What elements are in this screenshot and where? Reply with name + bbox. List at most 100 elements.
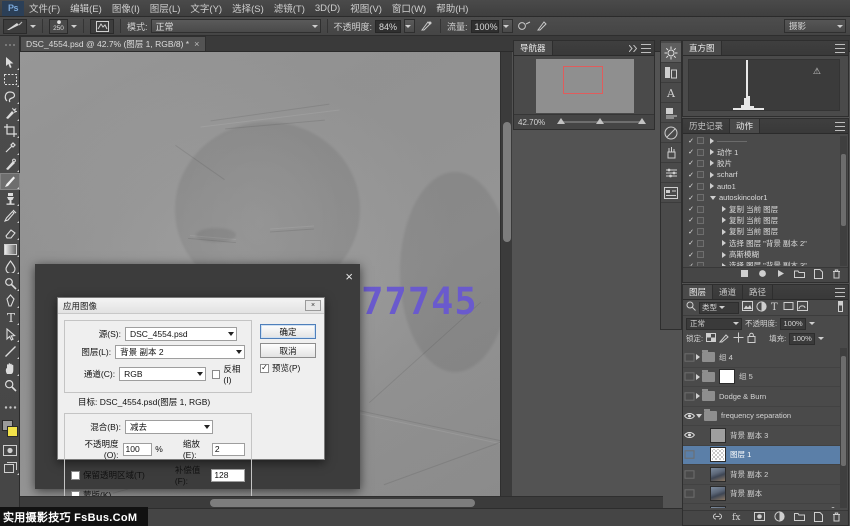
action-dialog-toggle[interactable]: [697, 171, 704, 178]
histogram-menu-icon[interactable]: [835, 44, 845, 53]
shape-tool[interactable]: [0, 343, 20, 360]
layer-blend-mode-select[interactable]: 正常: [686, 318, 742, 330]
brush-preview-icon[interactable]: [3, 19, 27, 34]
action-dialog-toggle[interactable]: [697, 217, 704, 224]
history-brush-tool[interactable]: [0, 207, 20, 224]
action-row[interactable]: ✓————: [685, 135, 839, 146]
delete-icon[interactable]: [832, 269, 841, 282]
paragraph-panel-icon[interactable]: [661, 103, 681, 123]
action-row[interactable]: ✓选择 图层 "背景 副本 3": [685, 260, 839, 266]
filter-pixel-icon[interactable]: [742, 301, 753, 314]
layer-group-expand-icon[interactable]: [696, 354, 700, 360]
offset-input[interactable]: 128: [211, 469, 245, 482]
path-selection-tool[interactable]: [0, 326, 20, 343]
tablet-pressure-icon[interactable]: [535, 19, 551, 34]
toolbar-grip[interactable]: [0, 37, 20, 54]
preview-row[interactable]: 预览(P): [260, 362, 318, 374]
clone-stamp-tool[interactable]: [0, 190, 20, 207]
source-select[interactable]: DSC_4554.psd: [125, 327, 237, 341]
menu-file[interactable]: 文件(F): [24, 0, 65, 17]
zoom-tool[interactable]: [0, 377, 20, 394]
menu-view[interactable]: 视图(V): [345, 0, 387, 17]
type-tool[interactable]: T: [0, 309, 20, 326]
info-panel-icon[interactable]: [661, 183, 681, 203]
layer-thumbnail[interactable]: [710, 428, 726, 443]
action-enabled-checkbox[interactable]: ✓: [687, 251, 695, 259]
action-row[interactable]: ✓scharf: [685, 169, 839, 180]
dialog-opacity-input[interactable]: 100: [123, 443, 153, 456]
tab-navigator[interactable]: 导航器: [514, 41, 553, 55]
actions-list[interactable]: ✓————✓动作 1✓胶片✓scharf✓auto1✓autoskincolor…: [685, 135, 839, 266]
action-row[interactable]: ✓auto1: [685, 181, 839, 192]
adjustments-icon[interactable]: [661, 63, 681, 83]
action-dialog-toggle[interactable]: [697, 206, 704, 213]
filter-type-layer-icon[interactable]: T: [770, 301, 780, 315]
delete-layer-icon[interactable]: [832, 512, 841, 525]
actions-menu-icon[interactable]: [835, 122, 845, 131]
layer-row[interactable]: 图层 1: [683, 446, 840, 466]
tab-paths[interactable]: 路径: [743, 285, 773, 299]
layer-visibility-icon[interactable]: [683, 367, 696, 386]
blend-mode-select[interactable]: 正常: [151, 19, 321, 33]
hand-tool[interactable]: [0, 360, 20, 377]
blur-tool[interactable]: [0, 258, 20, 275]
action-enabled-checkbox[interactable]: ✓: [687, 171, 695, 179]
gradient-tool[interactable]: [0, 241, 20, 258]
filter-shape-icon[interactable]: [783, 301, 794, 314]
overlay-close-icon[interactable]: ×: [345, 269, 353, 284]
layer-row[interactable]: 背景 副本 3: [683, 426, 840, 446]
move-tool[interactable]: [0, 54, 20, 71]
brush-tool[interactable]: [0, 173, 20, 190]
brush-presets-icon[interactable]: [661, 143, 681, 163]
tab-channels[interactable]: 通道: [713, 285, 743, 299]
action-row[interactable]: ✓autoskincolor1: [685, 192, 839, 203]
action-expand-icon[interactable]: [710, 183, 714, 189]
preserve-transparency-row[interactable]: 保留透明区域(T): [71, 469, 175, 481]
action-row[interactable]: ✓胶片: [685, 158, 839, 169]
action-expand-icon[interactable]: [722, 252, 726, 258]
action-enabled-checkbox[interactable]: ✓: [687, 228, 695, 236]
layer-thumbnail[interactable]: [710, 447, 726, 462]
brush-panel-toggle[interactable]: [90, 19, 114, 34]
filter-search-icon[interactable]: [686, 301, 696, 314]
workspace-select[interactable]: 摄影: [784, 19, 846, 33]
channel-select[interactable]: RGB: [119, 367, 206, 381]
pen-tool[interactable]: [0, 292, 20, 309]
action-enabled-checkbox[interactable]: ✓: [687, 262, 695, 266]
eyedropper-tool[interactable]: [0, 139, 20, 156]
actions-scroll-thumb[interactable]: [841, 154, 846, 226]
menu-filter[interactable]: 滤镜(T): [269, 0, 310, 17]
layer-thumbnail[interactable]: [710, 486, 726, 501]
filter-adjustment-icon[interactable]: [756, 301, 767, 315]
action-expand-icon[interactable]: [710, 172, 714, 178]
layers-list[interactable]: 组 4组 5Dodge & Burnfrequency separation背景…: [683, 348, 840, 508]
action-row[interactable]: ✓选择 图层 "背景 副本 2": [685, 238, 839, 249]
menu-type[interactable]: 文字(Y): [185, 0, 227, 17]
action-dialog-toggle[interactable]: [697, 262, 704, 266]
menu-layer[interactable]: 图层(L): [145, 0, 186, 17]
layer-visibility-icon[interactable]: [683, 465, 696, 484]
action-enabled-checkbox[interactable]: ✓: [687, 239, 695, 247]
action-enabled-checkbox[interactable]: ✓: [687, 182, 695, 190]
flow-caret-button[interactable]: [502, 19, 513, 33]
eraser-tool[interactable]: [0, 224, 20, 241]
menu-3d[interactable]: 3D(D): [310, 1, 345, 16]
add-layer-mask-icon[interactable]: [754, 512, 765, 524]
layer-opacity-caret-icon[interactable]: [809, 322, 815, 325]
layers-menu-icon[interactable]: [835, 288, 845, 297]
histogram-warning-icon[interactable]: ⚠: [813, 66, 821, 77]
action-enabled-checkbox[interactable]: ✓: [687, 205, 695, 213]
navigator-menu-icon[interactable]: [641, 44, 651, 53]
mini-bridge-icon[interactable]: [661, 43, 681, 63]
canvas-horizontal-scroll-thumb[interactable]: [210, 499, 475, 507]
actions-scrollbar[interactable]: [840, 136, 847, 266]
layer-row[interactable]: 组 4: [683, 348, 840, 368]
properties-icon[interactable]: [661, 163, 681, 183]
preview-checkbox[interactable]: [260, 364, 269, 373]
layer-visibility-icon[interactable]: [683, 484, 696, 503]
quick-selection-tool[interactable]: [0, 105, 20, 122]
brush-preset-caret-icon[interactable]: [30, 25, 36, 28]
action-expand-icon[interactable]: [710, 149, 714, 155]
blend-select[interactable]: 减去: [125, 420, 213, 434]
tab-actions[interactable]: 动作: [730, 119, 760, 133]
